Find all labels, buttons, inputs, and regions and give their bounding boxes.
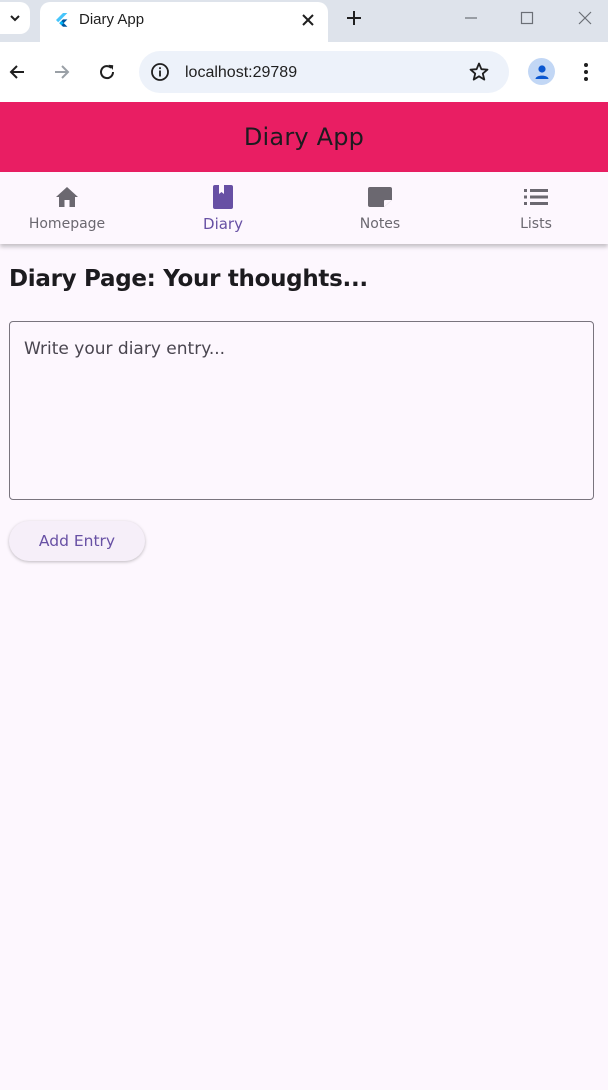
url-text[interactable]: localhost:29789 (185, 63, 297, 83)
tab-diary[interactable]: Diary (147, 172, 299, 244)
arrow-left-icon (9, 65, 24, 79)
maximize-button[interactable] (517, 8, 537, 28)
reload-icon (100, 64, 115, 80)
minimize-button[interactable] (461, 8, 481, 28)
tab-label: Homepage (28, 216, 106, 232)
more-vert-icon (584, 63, 588, 81)
browser-toolbar: localhost:29789 (0, 42, 608, 102)
reload-button[interactable] (95, 60, 119, 84)
close-icon (302, 14, 314, 26)
new-tab-button[interactable] (343, 7, 365, 29)
tab-label: Lists (520, 216, 552, 232)
browser-tab-strip: Diary App (0, 0, 608, 42)
profile-avatar[interactable] (528, 58, 555, 85)
tab-lists[interactable]: Lists (460, 172, 608, 244)
flutter-icon (56, 13, 68, 27)
app-title: Diary App (243, 123, 365, 151)
close-icon (578, 11, 592, 25)
page-title: Diary Page: Your thoughts... (9, 266, 368, 292)
tab-label: Diary (203, 215, 243, 233)
bookmark-star-icon[interactable] (468, 61, 490, 83)
minimize-icon (465, 17, 477, 19)
person-icon (535, 64, 548, 79)
tab-title: Diary App (79, 11, 145, 28)
book-icon (209, 183, 237, 211)
browser-tab[interactable]: Diary App (40, 2, 328, 42)
window-close-button[interactable] (575, 8, 595, 28)
tab-close-button[interactable] (298, 10, 318, 30)
tab-search-button[interactable] (0, 2, 30, 34)
tab-homepage[interactable]: Homepage (0, 172, 143, 244)
forward-button[interactable] (50, 60, 74, 84)
browser-menu-button[interactable] (576, 60, 596, 84)
tab-label: Notes (359, 216, 401, 232)
back-button[interactable] (5, 60, 29, 84)
info-icon[interactable] (150, 62, 170, 82)
note-icon (366, 183, 394, 211)
address-bar[interactable]: localhost:29789 (139, 51, 509, 93)
diary-entry-field[interactable] (9, 321, 594, 500)
home-icon (53, 183, 81, 211)
chevron-down-icon (10, 15, 20, 22)
list-icon (522, 183, 550, 211)
tab-notes[interactable]: Notes (304, 172, 456, 244)
arrow-right-icon (55, 65, 70, 79)
add-entry-button[interactable]: Add Entry (9, 521, 145, 561)
app-bar: Diary App (0, 102, 608, 172)
plus-icon (347, 11, 361, 25)
navigation-tabs: Homepage Diary Notes Lists (0, 172, 608, 244)
maximize-icon (520, 11, 534, 25)
